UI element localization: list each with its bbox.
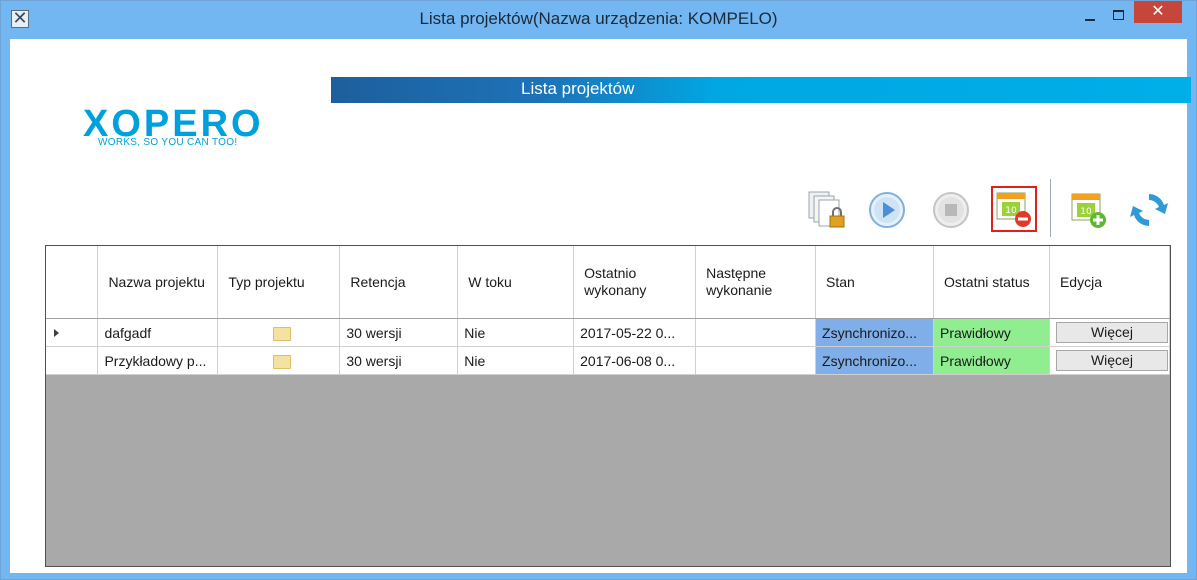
- table-header-row: Nazwa projektu Typ projektu Retencja W t…: [46, 246, 1171, 319]
- column-header-edit[interactable]: Edycja: [1049, 246, 1171, 319]
- delete-project-button[interactable]: 10: [991, 186, 1037, 232]
- cell-in-progress[interactable]: Nie: [457, 346, 575, 375]
- close-button[interactable]: ✕: [1134, 1, 1182, 23]
- project-list-window: ✕ Lista projektów(Nazwa urządzenia: KOMP…: [0, 0, 1197, 580]
- cell-edit: Więcej: [1049, 346, 1171, 375]
- section-header: Lista projektów: [331, 77, 1191, 103]
- column-header-last-status[interactable]: Ostatni status: [933, 246, 1050, 319]
- current-row-indicator[interactable]: [46, 318, 99, 347]
- window-border-bottom: [1, 573, 1196, 579]
- add-project-icon: 10: [1071, 193, 1106, 228]
- cell-name[interactable]: Przykładowy p...: [97, 346, 219, 375]
- row-arrow-icon: [54, 328, 59, 337]
- lock-copy-icon: [808, 191, 845, 228]
- cell-state[interactable]: Zsynchronizo...: [815, 346, 935, 375]
- svg-text:10: 10: [1005, 206, 1017, 216]
- delete-project-icon: 10: [996, 192, 1031, 227]
- folder-icon: [272, 354, 291, 369]
- cell-type[interactable]: [217, 346, 341, 375]
- column-header-type[interactable]: Typ projektu: [217, 246, 341, 319]
- xopero-logo: XOPERO WORKS, SO YOU CAN TOO!: [37, 93, 307, 163]
- cell-name[interactable]: dafgadf: [97, 318, 219, 347]
- column-header-state[interactable]: Stan: [815, 246, 935, 319]
- column-header-name[interactable]: Nazwa projektu: [97, 246, 219, 319]
- window-title: Lista projektów(Nazwa urządzenia: KOMPEL…: [419, 9, 778, 28]
- add-project-button[interactable]: 10: [1067, 188, 1111, 232]
- refresh-button[interactable]: [1127, 188, 1171, 232]
- project-grid[interactable]: Nazwa projektu Typ projektu Retencja W t…: [45, 245, 1171, 567]
- maximize-icon: [1113, 10, 1124, 20]
- row-header-corner: [46, 246, 99, 319]
- svg-text:10: 10: [1080, 207, 1092, 217]
- logo-tagline: WORKS, SO YOU CAN TOO!: [98, 137, 238, 148]
- refresh-icon: [1130, 194, 1168, 226]
- stop-button[interactable]: [929, 188, 973, 232]
- maximize-button[interactable]: [1105, 6, 1131, 28]
- cell-retention[interactable]: 30 wersji: [339, 318, 459, 347]
- minimize-icon: [1085, 19, 1095, 21]
- folder-icon: [272, 326, 291, 341]
- table-row[interactable]: Przykładowy p... 30 wersji Nie 2017-06-0…: [46, 346, 1171, 375]
- column-header-next-run[interactable]: Następne wykonanie: [695, 246, 817, 319]
- cell-retention[interactable]: 30 wersji: [339, 346, 459, 375]
- column-header-retention[interactable]: Retencja: [339, 246, 459, 319]
- cell-state[interactable]: Zsynchronizo...: [815, 318, 935, 347]
- project-table: Nazwa projektu Typ projektu Retencja W t…: [46, 246, 1171, 375]
- title-bar[interactable]: ✕ Lista projektów(Nazwa urządzenia: KOMP…: [1, 1, 1196, 39]
- play-icon: [869, 192, 905, 228]
- window-border-right: [1187, 39, 1196, 579]
- column-header-in-progress[interactable]: W toku: [457, 246, 575, 319]
- column-header-last-run[interactable]: Ostatnio wykonany: [573, 246, 697, 319]
- section-title: Lista projektów: [521, 79, 635, 98]
- cell-next-run[interactable]: [695, 318, 817, 347]
- more-button[interactable]: Więcej: [1055, 322, 1168, 343]
- cell-in-progress[interactable]: Nie: [457, 318, 575, 347]
- more-button[interactable]: Więcej: [1055, 350, 1168, 371]
- table-row[interactable]: dafgadf 30 wersji Nie 2017-05-22 0... Zs…: [46, 318, 1171, 347]
- close-icon: ✕: [1151, 1, 1165, 20]
- cell-last-status[interactable]: Prawidłowy: [933, 346, 1050, 375]
- stop-icon: [933, 192, 969, 228]
- cell-edit: Więcej: [1049, 318, 1171, 347]
- cell-last-run[interactable]: 2017-05-22 0...: [573, 318, 697, 347]
- run-button[interactable]: [865, 188, 909, 232]
- toolbar-separator: [1050, 179, 1051, 237]
- cell-next-run[interactable]: [695, 346, 817, 375]
- cell-last-run[interactable]: 2017-06-08 0...: [573, 346, 697, 375]
- row-header[interactable]: [46, 346, 99, 375]
- cell-last-status[interactable]: Prawidłowy: [933, 318, 1050, 347]
- minimize-button[interactable]: [1077, 6, 1103, 28]
- cell-type[interactable]: [217, 318, 341, 347]
- lock-copy-button[interactable]: [805, 188, 849, 232]
- window-border-left: [1, 39, 10, 579]
